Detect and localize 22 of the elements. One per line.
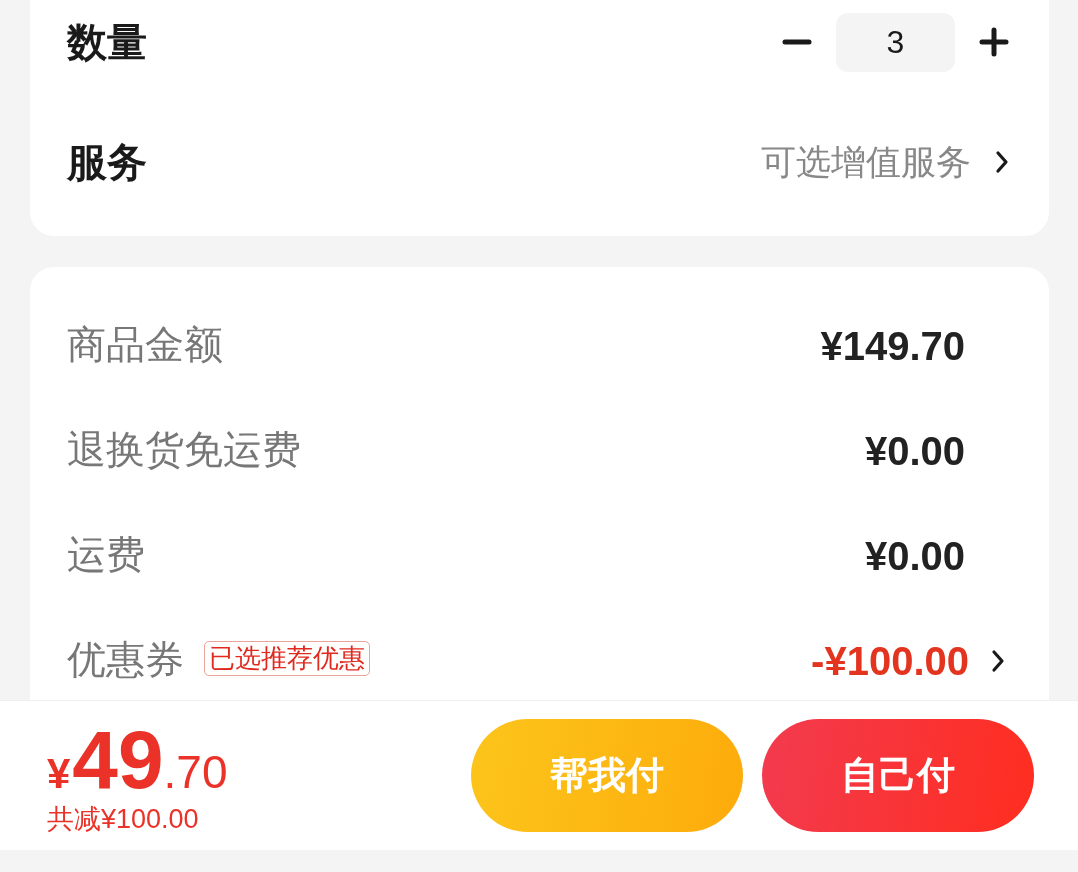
total-price: ¥49.70 <box>47 719 228 802</box>
chevron-right-icon <box>991 648 1005 673</box>
price-label: 商品金额 <box>67 322 223 369</box>
savings-text: 共减¥100.00 <box>47 803 200 836</box>
quantity-field[interactable]: 3 <box>836 12 955 72</box>
price-label: 优惠券 <box>67 637 184 684</box>
coupon-link[interactable]: -¥100.00 <box>811 636 1005 685</box>
option-label: 数量 <box>67 19 147 66</box>
coupon-tag: 已选推荐优惠 <box>204 640 370 677</box>
price-label: 退换货免运费 <box>67 427 301 474</box>
decrease-button[interactable] <box>782 39 812 45</box>
price-value: ¥0.00 <box>864 532 965 580</box>
chevron-right-icon <box>995 150 1009 174</box>
price-label: 运费 <box>67 532 145 579</box>
price-value: ¥149.70 <box>820 322 965 370</box>
minus-icon <box>782 39 812 45</box>
service-link[interactable]: 可选增值服务 <box>761 141 1009 183</box>
increase-button[interactable] <box>979 27 1009 57</box>
plus-icon <box>979 27 1009 57</box>
option-label: 服务 <box>67 139 147 186</box>
price-value: ¥0.00 <box>864 427 965 475</box>
pay-button[interactable]: 自己付 <box>762 719 1034 832</box>
